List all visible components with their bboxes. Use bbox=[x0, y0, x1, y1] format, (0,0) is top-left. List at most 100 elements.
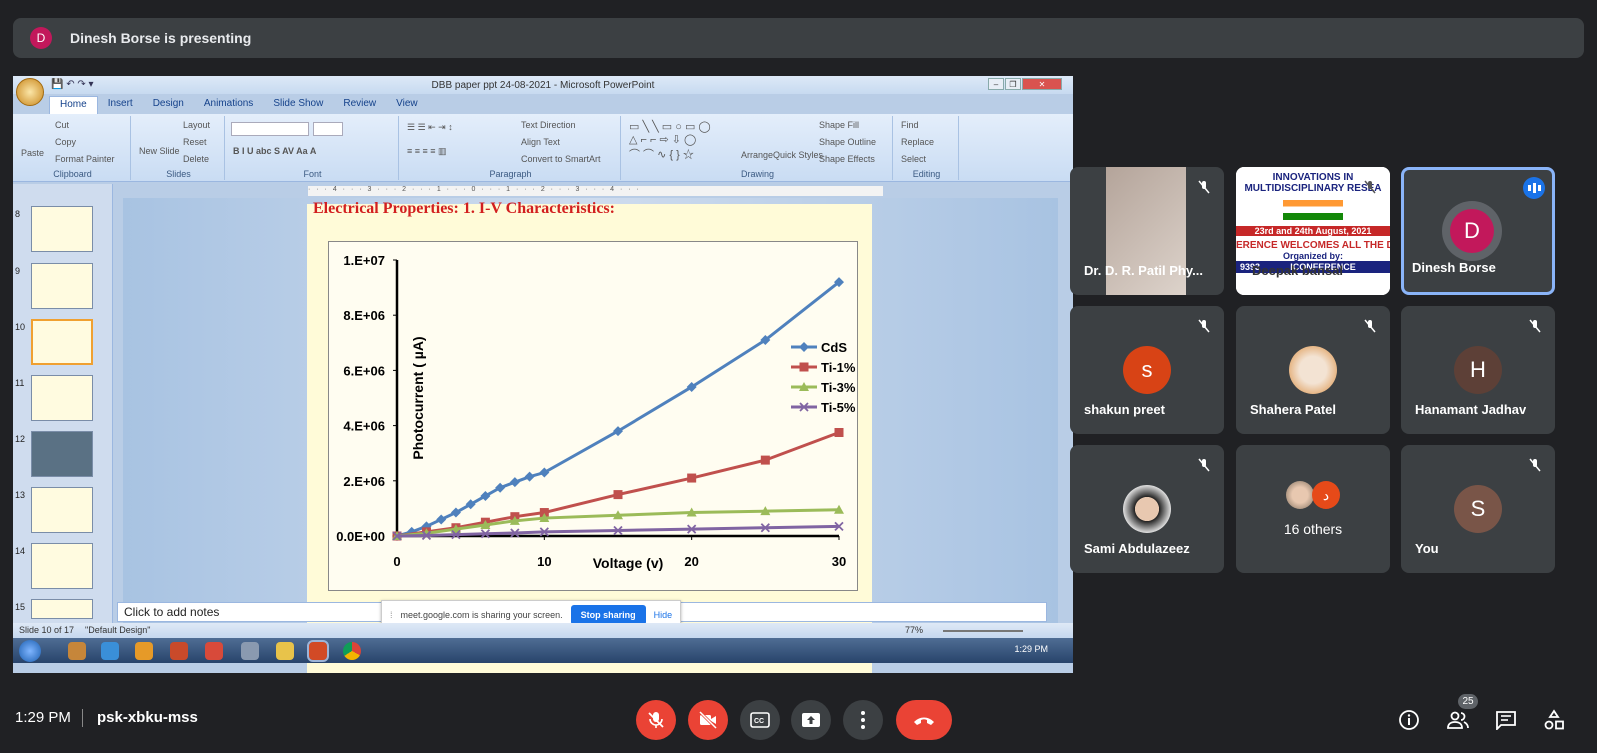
restore-icon: ❐ bbox=[1005, 78, 1021, 90]
captions-icon: CC bbox=[750, 712, 770, 728]
slide-thumbnail bbox=[31, 431, 93, 477]
people-icon bbox=[1447, 711, 1469, 729]
participant-tile[interactable]: INNOVATIONS IN MULTIDISCIPLINARY RESEA 2… bbox=[1236, 167, 1390, 295]
meeting-details-button[interactable] bbox=[1395, 706, 1423, 734]
participant-tile[interactable]: H Hanamant Jadhav bbox=[1401, 306, 1555, 434]
mic-toggle-button[interactable] bbox=[636, 700, 676, 740]
editing-label: Editing bbox=[912, 169, 941, 179]
data-point bbox=[760, 455, 770, 465]
align-text-button: Align Text bbox=[521, 137, 560, 147]
mic-off-icon bbox=[648, 712, 664, 728]
clipboard-label: Clipboard bbox=[53, 169, 92, 179]
reset-button: Reset bbox=[183, 137, 207, 147]
slide-thumbnail-selected bbox=[31, 319, 93, 365]
legend-label: CdS bbox=[821, 340, 847, 355]
avatar-ring: D bbox=[1442, 201, 1502, 261]
quick-access-toolbar: 💾 ↶ ↷ ▾ bbox=[51, 79, 94, 90]
layout-button: Layout bbox=[183, 120, 211, 130]
legend-label: Ti-1% bbox=[821, 360, 856, 375]
activities-icon bbox=[1544, 709, 1564, 730]
others-tile[interactable]: د 16 others bbox=[1236, 445, 1390, 573]
font-label: Font bbox=[303, 169, 322, 179]
data-point bbox=[613, 490, 623, 500]
font-style-buttons: B I U abc S AV Aa A bbox=[233, 146, 317, 156]
slide-thumbnail bbox=[31, 375, 93, 421]
present-button[interactable] bbox=[791, 700, 831, 740]
legend-label: Ti-5% bbox=[821, 400, 856, 415]
slide-thumbnail bbox=[31, 487, 93, 533]
ribbon-tabs: Home Insert Design Animations Slide Show… bbox=[49, 96, 428, 114]
tab-slide-show: Slide Show bbox=[273, 98, 324, 109]
participant-name: Shahera Patel bbox=[1250, 402, 1336, 417]
participant-tile[interactable]: Shahera Patel bbox=[1236, 306, 1390, 434]
x-tick-label: 20 bbox=[684, 554, 698, 569]
meeting-code: psk-xbku-mss bbox=[97, 709, 198, 726]
taskbar-clock: 1:29 PM bbox=[1014, 644, 1048, 654]
participant-tile-speaking[interactable]: D Dinesh Borse bbox=[1401, 167, 1555, 295]
delete-button: Delete bbox=[183, 154, 210, 164]
design-name: "Default Design" bbox=[85, 625, 151, 635]
hide-share-bar-button: Hide bbox=[653, 610, 673, 620]
series-line-Ti-1% bbox=[396, 431, 840, 538]
slides-group: New Slide Layout Reset Delete Slides bbox=[133, 116, 225, 180]
tab-view: View bbox=[396, 98, 418, 109]
tab-review: Review bbox=[343, 98, 377, 109]
office-button-icon bbox=[16, 78, 44, 106]
avatar-photo bbox=[1123, 485, 1171, 533]
cut-button: Cut bbox=[55, 120, 70, 130]
data-point bbox=[524, 471, 535, 482]
start-button-icon bbox=[19, 640, 41, 662]
slide-thumbnail bbox=[31, 263, 93, 309]
zoom-level: 77% bbox=[905, 625, 924, 635]
people-button[interactable] bbox=[1444, 706, 1472, 734]
ie-icon bbox=[101, 642, 119, 660]
powerpoint-icon bbox=[307, 640, 329, 662]
x-tick-label: 0 bbox=[393, 554, 400, 569]
y-axis-label: Photocurrent ( µA) bbox=[410, 336, 426, 459]
horizontal-ruler: · · · 4 · · · 3 · · · 2 · · · 1 · · · 0 … bbox=[308, 186, 883, 196]
speaking-indicator-icon bbox=[1523, 177, 1545, 199]
avatar-photo bbox=[1286, 481, 1314, 509]
folder-icon bbox=[276, 642, 294, 660]
participant-name: Sami Abdulazeez bbox=[1084, 541, 1190, 556]
chat-button[interactable] bbox=[1492, 706, 1520, 734]
x-tick-label: 10 bbox=[537, 554, 551, 569]
avatar-photo bbox=[1289, 346, 1337, 394]
editing-group: Find Replace Select Editing bbox=[895, 116, 959, 180]
camera-toggle-button[interactable] bbox=[688, 700, 728, 740]
font-name-box bbox=[231, 122, 309, 136]
thumb-number: 11 bbox=[15, 378, 25, 388]
mic-off-icon bbox=[1198, 319, 1210, 333]
drawing-group: ▭ ╲ ╲ ▭ ○ ▭ ◯ △ ⌐ ⌐ ⇨ ⇩ ◯ ⌒ ⌒ ∿ { } ☆ Arra… bbox=[623, 116, 893, 180]
divider bbox=[82, 709, 83, 727]
zoom-slider bbox=[943, 630, 1023, 632]
mic-off-icon bbox=[1529, 319, 1541, 333]
activities-button[interactable] bbox=[1540, 706, 1568, 734]
participant-tile-self[interactable]: S You bbox=[1401, 445, 1555, 573]
participant-tile[interactable]: Dr. D. R. Patil Phy... bbox=[1070, 167, 1224, 295]
banner-line: Organized by: bbox=[1282, 251, 1343, 261]
presenter-avatar: D bbox=[30, 27, 52, 49]
y-tick-label: 0.0E+00 bbox=[336, 529, 385, 544]
shapes-gallery: ▭ ╲ ╲ ▭ ○ ▭ ◯ △ ⌐ ⌐ ⇨ ⇩ ◯ ⌒ ⌒ ∿ { } ☆ bbox=[629, 121, 711, 161]
avatar: S bbox=[1454, 485, 1502, 533]
participant-tile[interactable]: Sami Abdulazeez bbox=[1070, 445, 1224, 573]
others-count: 16 others bbox=[1283, 521, 1343, 537]
leave-call-button[interactable] bbox=[896, 700, 952, 740]
app-icon bbox=[205, 642, 223, 660]
data-point bbox=[509, 477, 520, 488]
mic-off-icon bbox=[1198, 458, 1210, 472]
drawing-label: Drawing bbox=[740, 169, 774, 179]
y-tick-label: 2.E+06 bbox=[343, 474, 385, 489]
select-button: Select bbox=[901, 154, 927, 164]
shape-effects-button: Shape Effects bbox=[819, 154, 875, 164]
participant-name: Hanamant Jadhav bbox=[1415, 402, 1527, 417]
mic-off-icon bbox=[1529, 458, 1541, 472]
participant-tile[interactable]: s shakun preet bbox=[1070, 306, 1224, 434]
captions-button[interactable]: CC bbox=[740, 700, 780, 740]
more-options-button[interactable] bbox=[843, 700, 883, 740]
thumb-number: 13 bbox=[15, 490, 26, 500]
replace-button: Replace bbox=[901, 137, 935, 147]
app-icon bbox=[241, 642, 259, 660]
thumb-number: 15 bbox=[15, 602, 26, 612]
